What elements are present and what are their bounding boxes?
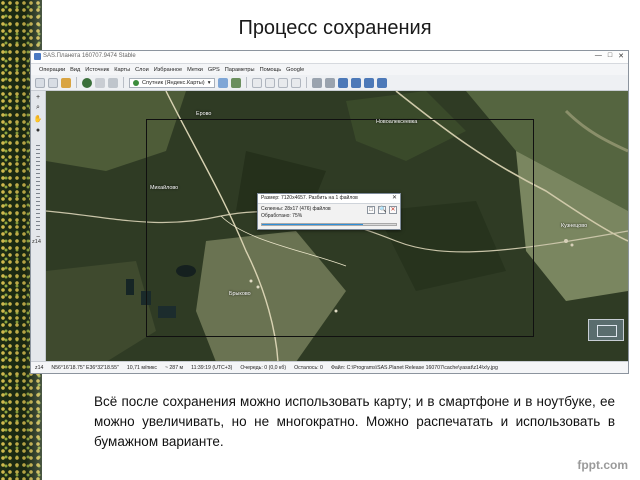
line-select-icon[interactable] (376, 77, 387, 88)
menu-maps[interactable]: Карты (114, 67, 130, 73)
minimize-button[interactable]: — (595, 52, 602, 60)
map-source-select[interactable]: Спутник (Яндекс.Карты) ▾ (129, 77, 215, 88)
minimize-dialog-button[interactable]: □ (367, 206, 375, 214)
menu-layers[interactable]: Слои (135, 67, 149, 73)
polygon-select-icon[interactable] (363, 77, 374, 88)
status-time: 11:39:19 (UTC+3) (191, 364, 233, 371)
menu-settings[interactable]: Параметры (225, 67, 255, 73)
grid-icon[interactable] (108, 77, 118, 88)
menu-gps[interactable]: GPS (208, 67, 220, 73)
zoom-tool-icon[interactable] (48, 77, 58, 88)
slide-body-text: Всё после сохранения можно использовать … (94, 394, 615, 449)
map-label: Кузнецово (561, 223, 588, 229)
dialog-stitched-count: Склеены: 28x17 (476) файлов (261, 206, 331, 212)
title-bar: SAS.Планета 160707.9474 Stable — □ ✕ (31, 51, 628, 64)
dialog-title: Размер: 7120x4657. Разбить на 1 файлов (258, 194, 400, 204)
maximize-button[interactable]: □ (608, 52, 612, 60)
app-window: SAS.Планета 160707.9474 Stable — □ ✕ Опе… (30, 50, 629, 374)
layers-icon[interactable] (95, 77, 105, 88)
toolbar: Спутник (Яндекс.Карты) ▾ (31, 75, 628, 91)
view-result-button[interactable]: 🔍 (378, 206, 386, 214)
zoom-slider[interactable] (36, 145, 40, 231)
marker-icon[interactable] (251, 77, 262, 88)
status-coordinates: N56°16'18.75" E36°32'18.55" (51, 364, 119, 371)
menu-bar: Операции Вид Источник Карты Слои Избранн… (31, 64, 628, 75)
menu-source[interactable]: Источник (85, 67, 109, 73)
menu-favorites[interactable]: Избранное (154, 67, 182, 73)
map-label: Брыково (229, 291, 251, 297)
path-icon[interactable] (264, 77, 275, 88)
status-resolution: 10,71 м/пикс (126, 364, 157, 371)
dialog-close-icon[interactable]: ✕ (392, 194, 397, 203)
ruler-icon[interactable] (290, 77, 301, 88)
search-icon[interactable]: ⌕ (34, 104, 42, 112)
app-icon (34, 53, 41, 60)
select-area-icon[interactable] (350, 77, 361, 88)
watermark: fppt.com (577, 458, 628, 472)
close-button[interactable]: ✕ (618, 52, 624, 60)
cancel-dialog-button[interactable]: ✕ (389, 206, 397, 214)
chevron-down-icon: ▾ (207, 79, 211, 86)
minimap-viewport (597, 325, 617, 337)
terrain-icon[interactable] (230, 77, 241, 88)
status-remaining: Осталось: 0 (294, 364, 323, 371)
selection-icon[interactable] (337, 77, 348, 88)
hand-icon[interactable]: ✋ (34, 115, 43, 123)
pin-icon[interactable]: ● (34, 126, 42, 134)
map-label: Ерово (196, 111, 212, 117)
status-bar: z14 N56°16'18.75" E36°32'18.55" 10,71 м/… (31, 361, 628, 373)
menu-help[interactable]: Помощь (260, 67, 282, 73)
map-label: Новоалексеевка (376, 119, 418, 125)
polygon-icon[interactable] (277, 77, 288, 88)
zoom-in-icon[interactable]: + (34, 93, 42, 101)
progress-bar (261, 223, 397, 226)
status-zoom: z14 (35, 364, 44, 371)
overlay-layer-icon[interactable] (217, 77, 228, 88)
window-title: SAS.Планета 160707.9474 Stable (43, 53, 136, 59)
menu-operations[interactable]: Операции (39, 67, 65, 73)
status-distance: ~ 287 м (164, 364, 184, 371)
status-file-path: Файл: C:\Programs\SAS.Planet Release 160… (330, 364, 498, 371)
map-label: Михайлово (150, 185, 179, 191)
menu-google[interactable]: Google (286, 67, 304, 73)
slide-title: Процесс сохранения (238, 17, 432, 39)
menu-marks[interactable]: Метки (187, 67, 203, 73)
zoom-level-label: z14 (32, 239, 42, 245)
map-source-label: Спутник (Яндекс.Карты) (142, 79, 205, 86)
search-icon[interactable] (324, 77, 335, 88)
gps-icon[interactable] (311, 77, 322, 88)
save-progress-dialog: Размер: 7120x4657. Разбить на 1 файлов ✕… (257, 193, 401, 230)
progress-fill (262, 224, 363, 225)
satellite-icon (133, 79, 139, 86)
menu-view[interactable]: Вид (70, 67, 80, 73)
status-queue: Очередь: 0 (0,0 кб) (240, 364, 287, 371)
pencil-icon[interactable] (61, 77, 71, 88)
globe-icon[interactable] (82, 77, 92, 88)
dialog-processed-percent: Обработано: 75% (261, 213, 303, 219)
move-tool-icon[interactable] (35, 77, 45, 88)
zoom-bar: + ⌕ ✋ ● − z14 (31, 91, 46, 362)
minimap[interactable] (588, 319, 624, 341)
